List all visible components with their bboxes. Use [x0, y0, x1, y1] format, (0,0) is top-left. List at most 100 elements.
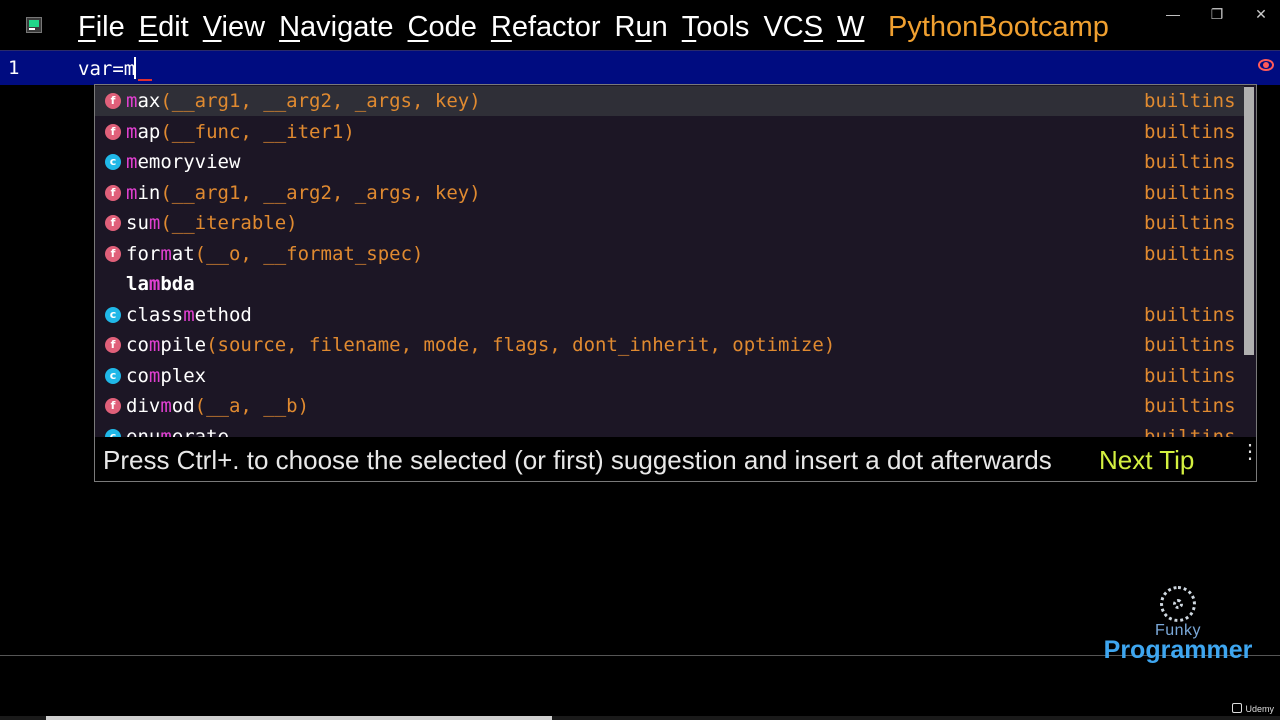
completion-item-type: builtins: [1144, 120, 1236, 143]
menu-edit[interactable]: Edit: [139, 8, 189, 46]
completion-item-params: (__a, __b): [194, 395, 310, 417]
completion-item-type: builtins: [1144, 181, 1236, 204]
completion-item-type: builtins: [1144, 425, 1236, 438]
watermark-line2: Programmer: [1103, 636, 1253, 664]
completion-item-label: divmod: [126, 395, 195, 417]
completion-item-label: max: [126, 90, 161, 112]
udemy-label: Udemy: [1245, 704, 1274, 714]
editor-current-line[interactable]: 1 var=m: [0, 50, 1280, 85]
completion-item-name: sum(__iterable): [126, 208, 298, 238]
function-icon: f: [105, 184, 121, 201]
main-menu: File Edit View Navigate Code Refactor Run Tools…: [78, 8, 864, 46]
minimize-icon[interactable]: —: [1166, 6, 1180, 23]
class-icon: c: [105, 367, 121, 384]
tip-text: Press Ctrl+. to choose the selected (or …: [103, 445, 1052, 475]
menu-refactor[interactable]: Refactor: [491, 8, 601, 46]
udemy-badge: Udemy: [1232, 703, 1274, 714]
completion-item-label: memoryview: [126, 151, 241, 173]
menu-window[interactable]: W: [837, 8, 864, 46]
completion-item-name: divmod(__a, __b): [126, 391, 309, 421]
completion-tip-bar: Press Ctrl+. to choose the selected (or …: [95, 437, 1256, 481]
menu-tools[interactable]: Tools: [682, 8, 750, 46]
code-text[interactable]: var=m: [78, 57, 137, 80]
completion-item-name: lambda: [126, 269, 195, 299]
completion-item-label: map: [126, 120, 161, 143]
completion-item-name: memoryview: [126, 147, 240, 177]
completion-item[interactable]: f compile(source, filename, mode, flags, …: [95, 330, 1244, 360]
completion-item[interactable]: f sum(__iterable) builtins: [95, 208, 1244, 238]
eye-icon[interactable]: [1258, 59, 1274, 71]
completion-item-name: map(__func, __iter1): [126, 117, 355, 147]
completion-item-label: compile: [126, 334, 207, 356]
completion-item[interactable]: c complex builtins: [95, 361, 1244, 391]
class-icon: c: [105, 306, 121, 323]
completion-item-type: builtins: [1144, 334, 1236, 356]
completion-item-type: builtins: [1144, 212, 1236, 234]
completion-item-label: lambda: [126, 273, 195, 295]
horizontal-scrollbar[interactable]: [0, 716, 1280, 720]
function-icon: f: [105, 398, 121, 414]
watermark-logo: Funky Programmer: [1080, 586, 1276, 666]
function-icon: f: [105, 245, 121, 262]
completion-item-params: (__func, __iter1): [160, 120, 355, 143]
completion-item[interactable]: c memoryview builtins: [95, 147, 1244, 177]
completion-item[interactable]: f min(__arg1, __arg2, _args, key) builtins: [95, 178, 1244, 208]
completion-item-name: min(__arg1, __arg2, _args, key): [126, 178, 481, 208]
completion-item-label: enumerate: [126, 425, 229, 438]
completion-item-name: enumerate: [126, 422, 229, 438]
pycharm-icon[interactable]: [26, 17, 42, 33]
menu-file[interactable]: File: [78, 8, 125, 46]
more-vertical-icon[interactable]: ⋮: [1240, 442, 1256, 469]
completion-item[interactable]: f map(__func, __iter1) builtins: [95, 117, 1244, 147]
completion-item-params: (__o, __format_spec): [194, 242, 424, 265]
completion-item-type: builtins: [1144, 303, 1236, 326]
completion-item[interactable]: c classmethod builtins: [95, 300, 1244, 330]
completion-item-label: classmethod: [126, 303, 252, 326]
completion-item-type: builtins: [1144, 90, 1236, 112]
completion-item[interactable]: f format(__o, __format_spec) builtins: [95, 239, 1244, 269]
menu-view[interactable]: View: [203, 8, 265, 46]
completion-item[interactable]: c enumerate builtins: [95, 422, 1244, 438]
error-underline: [138, 79, 152, 81]
title-menu-bar: File Edit View Navigate Code Refactor Run Tools…: [0, 0, 1280, 50]
restore-icon[interactable]: ❐: [1210, 6, 1224, 23]
udemy-icon: [1232, 703, 1243, 713]
close-icon[interactable]: ✕: [1254, 6, 1268, 23]
code-completion-popup: f max(__arg1, __arg2, _args, key) builtins…: [94, 84, 1257, 482]
horizontal-scrollbar-thumb[interactable]: [46, 716, 552, 720]
completion-item-type: builtins: [1144, 395, 1236, 417]
completion-item-name: classmethod: [126, 300, 252, 330]
next-tip-link[interactable]: Next Tip: [1099, 445, 1194, 476]
completion-item-label: sum: [126, 212, 161, 234]
funky-programmer-logo-icon: [1160, 586, 1196, 622]
completion-item-label: format: [126, 242, 195, 265]
completion-list: f max(__arg1, __arg2, _args, key) builtins…: [95, 85, 1244, 437]
project-title: PythonBootcamp: [888, 11, 1109, 43]
code-content: var=m: [78, 58, 136, 80]
completion-item-label: min: [126, 181, 161, 204]
line-number: 1: [8, 57, 20, 79]
completion-item-type: builtins: [1144, 364, 1236, 387]
completion-item[interactable]: lambda: [95, 269, 1244, 299]
completion-item[interactable]: f divmod(__a, __b) builtins: [95, 391, 1244, 421]
text-caret: [134, 57, 137, 79]
completion-item-params: (__iterable): [160, 212, 298, 234]
function-icon: f: [105, 93, 121, 109]
menu-vcs[interactable]: VCS: [763, 8, 823, 46]
function-icon: f: [105, 123, 121, 140]
completion-scrollbar[interactable]: [1244, 85, 1254, 437]
window-controls: — ❐ ✕: [1166, 6, 1268, 23]
completion-item-label: complex: [126, 364, 207, 387]
completion-item-params: (source, filename, mode, flags, dont_inh…: [206, 334, 836, 356]
menu-code[interactable]: Code: [408, 8, 477, 46]
function-icon: f: [105, 215, 121, 231]
completion-item-type: builtins: [1144, 151, 1236, 173]
menu-navigate[interactable]: Navigate: [279, 8, 393, 46]
completion-item[interactable]: f max(__arg1, __arg2, _args, key) builtins: [95, 86, 1244, 116]
completion-item-params: (__arg1, __arg2, _args, key): [160, 90, 481, 112]
completion-item-type: builtins: [1144, 242, 1236, 265]
menu-run[interactable]: Run: [615, 8, 668, 46]
class-icon: c: [105, 154, 121, 170]
scrollbar-thumb[interactable]: [1244, 87, 1254, 355]
function-icon: f: [105, 337, 121, 353]
